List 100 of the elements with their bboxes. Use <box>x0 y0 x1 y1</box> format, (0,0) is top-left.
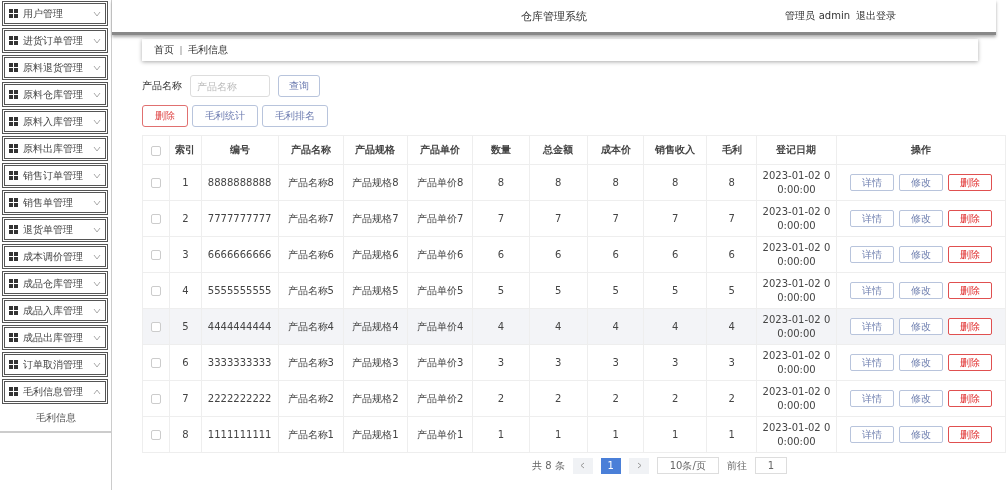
column-header: 总金额 <box>529 135 588 165</box>
edit-button[interactable]: 修改 <box>898 318 943 335</box>
table-cell: 产品名称5 <box>278 272 344 309</box>
delete-button[interactable]: 删除 <box>947 210 992 227</box>
table-cell: 产品名称4 <box>278 308 344 345</box>
action-button[interactable]: 毛利统计 <box>192 105 258 127</box>
table-cell: 1 <box>169 164 201 201</box>
checkbox[interactable] <box>151 430 162 440</box>
table-cell: 6666666666 <box>201 236 279 273</box>
checkbox[interactable] <box>151 322 162 332</box>
page-size-select[interactable]: 10条/页 <box>656 457 719 474</box>
sidebar-item[interactable]: 用户管理 <box>2 1 108 26</box>
table-cell: 5 <box>706 272 757 309</box>
sidebar-item[interactable]: 成品仓库管理 <box>2 271 108 296</box>
chevron-icon <box>93 388 101 395</box>
edit-button[interactable]: 修改 <box>898 246 943 263</box>
table-cell: 产品规格6 <box>343 236 408 273</box>
logout-link[interactable]: 退出登录 <box>856 9 896 23</box>
prev-page-button[interactable] <box>572 457 593 474</box>
delete-button[interactable]: 删除 <box>947 318 992 335</box>
delete-button[interactable]: 删除 <box>947 282 992 299</box>
table-cell: 6 <box>587 236 644 273</box>
grid-icon <box>9 252 18 261</box>
checkbox[interactable] <box>151 214 162 224</box>
delete-button[interactable]: 删除 <box>947 390 992 407</box>
details-button[interactable]: 详情 <box>849 390 894 407</box>
table-cell: 2023-01-02 00:00:00 <box>756 272 837 309</box>
sidebar-item[interactable]: 原料出库管理 <box>2 136 108 161</box>
sidebar-item[interactable]: 原料入库管理 <box>2 109 108 134</box>
chevron-icon <box>93 64 101 71</box>
table-cell: 3333333333 <box>201 344 279 381</box>
sidebar-item[interactable]: 成品出库管理 <box>2 325 108 350</box>
table-cell: 6 <box>706 236 757 273</box>
sidebar-item[interactable]: 原料退货管理 <box>2 55 108 80</box>
page-input[interactable]: 1 <box>754 457 787 474</box>
edit-button[interactable]: 修改 <box>898 210 943 227</box>
table-cell: 7777777777 <box>201 200 279 237</box>
table-cell: 产品单价6 <box>407 236 473 273</box>
details-button[interactable]: 详情 <box>849 282 894 299</box>
details-button[interactable]: 详情 <box>849 246 894 263</box>
checkbox[interactable] <box>151 250 162 260</box>
edit-button[interactable]: 修改 <box>898 354 943 371</box>
edit-button[interactable]: 修改 <box>898 282 943 299</box>
edit-button[interactable]: 修改 <box>898 426 943 443</box>
next-page-button[interactable] <box>628 457 649 474</box>
sidebar-item[interactable]: 原料仓库管理 <box>2 82 108 107</box>
checkbox[interactable] <box>151 178 162 188</box>
sidebar-item[interactable]: 销售订单管理 <box>2 163 108 188</box>
search-button[interactable]: 查询 <box>278 75 320 97</box>
grid-icon <box>9 279 18 288</box>
details-button[interactable]: 详情 <box>849 426 894 443</box>
sidebar-item[interactable]: 成品入库管理 <box>2 298 108 323</box>
table-cell: 产品规格1 <box>343 416 408 453</box>
delete-button[interactable]: 删除 <box>947 426 992 443</box>
table-cell: 3 <box>169 236 201 273</box>
table-cell: 1 <box>529 416 588 453</box>
checkbox[interactable] <box>151 286 162 296</box>
table-cell: 产品规格5 <box>343 272 408 309</box>
table-cell: 2023-01-02 00:00:00 <box>756 200 837 237</box>
table-cell: 7 <box>169 380 201 417</box>
checkbox[interactable] <box>151 358 162 368</box>
details-button[interactable]: 详情 <box>849 174 894 191</box>
sidebar-subitem[interactable]: 毛利信息 <box>0 405 111 433</box>
sidebar-item[interactable]: 成本调价管理 <box>2 244 108 269</box>
action-button[interactable]: 毛利排名 <box>262 105 328 127</box>
table-cell: 7 <box>643 200 707 237</box>
table-cell: 8888888888 <box>201 164 279 201</box>
table-cell: 1111111111 <box>201 416 279 453</box>
table-cell: 2 <box>169 200 201 237</box>
field-label: 产品名称 <box>142 79 182 93</box>
chevron-icon <box>93 91 101 98</box>
details-button[interactable]: 详情 <box>849 210 894 227</box>
details-button[interactable]: 详情 <box>849 318 894 335</box>
column-header: 编号 <box>201 135 279 165</box>
delete-button[interactable]: 删除 <box>142 105 188 127</box>
table-cell: 产品名称1 <box>278 416 344 453</box>
sidebar-item[interactable]: 毛利信息管理 <box>2 379 108 404</box>
checkbox[interactable] <box>151 145 162 156</box>
table-cell: 2 <box>587 380 644 417</box>
sidebar-item[interactable]: 订单取消管理 <box>2 352 108 377</box>
table-cell: 产品名称3 <box>278 344 344 381</box>
details-button[interactable]: 详情 <box>849 354 894 371</box>
sidebar-item[interactable]: 退货单管理 <box>2 217 108 242</box>
chevron-icon <box>93 361 101 368</box>
sidebar-item[interactable]: 进货订单管理 <box>2 28 108 53</box>
delete-button[interactable]: 删除 <box>947 174 992 191</box>
edit-button[interactable]: 修改 <box>898 390 943 407</box>
breadcrumb-item[interactable]: 毛利信息 <box>188 43 228 57</box>
table-cell: 6 <box>169 344 201 381</box>
checkbox[interactable] <box>151 394 162 404</box>
chevron-icon <box>93 226 101 233</box>
chevron-right-icon <box>635 462 642 469</box>
breadcrumb-item[interactable]: 首页 <box>154 43 174 57</box>
edit-button[interactable]: 修改 <box>898 174 943 191</box>
sidebar-item[interactable]: 销售单管理 <box>2 190 108 215</box>
table-cell: 2 <box>643 380 707 417</box>
table-cell: 2023-01-02 00:00:00 <box>756 416 837 453</box>
delete-button[interactable]: 删除 <box>947 246 992 263</box>
page-button[interactable]: 1 <box>600 457 621 474</box>
delete-button[interactable]: 删除 <box>947 354 992 371</box>
